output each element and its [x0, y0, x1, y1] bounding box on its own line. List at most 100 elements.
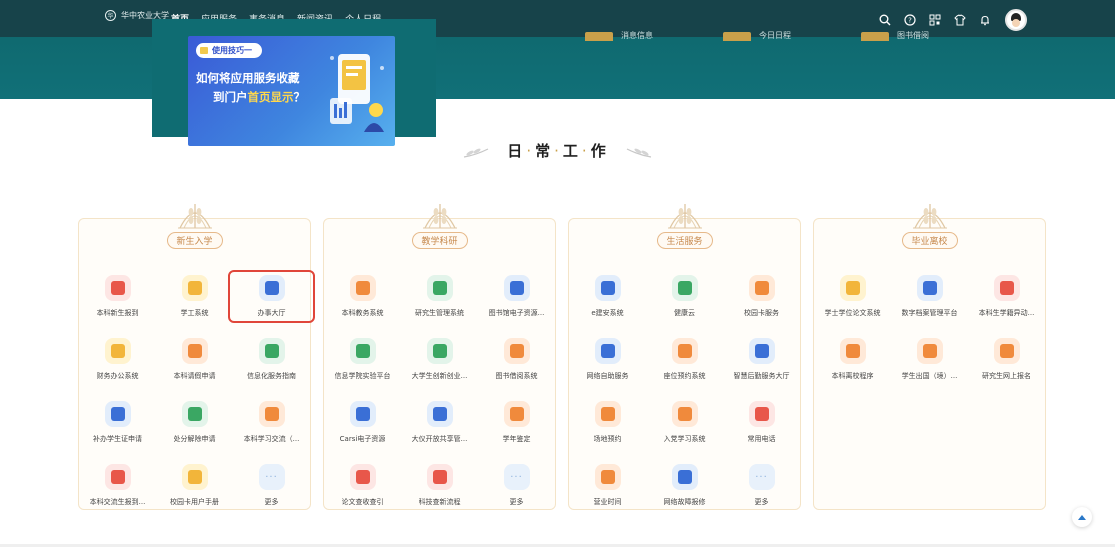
app-icon: [748, 275, 775, 301]
qrcode-icon[interactable]: [928, 14, 941, 27]
app-tile[interactable]: 座位预约系统: [646, 338, 723, 381]
book-icon: [861, 32, 889, 41]
app-icon: [258, 338, 285, 364]
app-tile[interactable]: 学年鉴定: [478, 401, 555, 444]
app-label: 校园卡服务: [744, 309, 779, 317]
shirt-icon[interactable]: [953, 14, 966, 27]
banner-title-post: ？: [293, 90, 306, 104]
banner-title-line1: 如何将应用服务收藏: [196, 71, 300, 85]
wheat-right-icon: [626, 147, 651, 158]
emblem-icon: [912, 204, 947, 229]
app-label: 更多: [509, 498, 524, 506]
app-tile[interactable]: 图书借阅系统: [478, 338, 555, 381]
app-icon: [993, 275, 1020, 301]
app-icon: [671, 464, 698, 490]
app-tile[interactable]: 财务办公系统: [79, 338, 156, 381]
app-tile[interactable]: 营业时间: [569, 464, 646, 507]
app-tile[interactable]: 大学生创新创业...: [401, 338, 478, 381]
app-tile[interactable]: 论文查收查引: [324, 464, 401, 507]
app-tile[interactable]: 场地预约: [569, 401, 646, 444]
app-tile[interactable]: 本科新生报到: [79, 275, 156, 318]
app-label: 学士学位论文系统: [824, 309, 881, 317]
banner-title: 如何将应用服务收藏 到门户首页显示？: [196, 69, 305, 107]
app-icon: [181, 464, 208, 490]
app-tile[interactable]: 本科请假申请: [156, 338, 233, 381]
bell-icon[interactable]: [978, 14, 991, 27]
app-tile[interactable]: 研究生网上报名: [968, 338, 1045, 381]
app-icon: [993, 338, 1020, 364]
app-tile[interactable]: 研究生管理系统: [401, 275, 478, 318]
help-icon[interactable]: ?: [903, 14, 916, 27]
app-tile[interactable]: 补办学生证申请: [79, 401, 156, 444]
app-label: 智慧后勤服务大厅: [733, 372, 790, 380]
app-label: 座位预约系统: [663, 372, 706, 380]
app-tile[interactable]: 校园卡服务: [723, 275, 800, 318]
search-icon[interactable]: [878, 14, 891, 27]
quick-link-library-borrow[interactable]: 图书借阅: [861, 30, 929, 41]
app-label: 研究生网上报名: [982, 372, 1031, 380]
app-tile[interactable]: e建安系统: [569, 275, 646, 318]
app-label: 健康云: [674, 309, 695, 317]
app-label: 更多: [264, 498, 279, 506]
app-tile[interactable]: 网络故障报修: [646, 464, 723, 507]
quick-link-today-schedule[interactable]: 今日日程: [723, 30, 791, 41]
app-tile[interactable]: 校园卡用户手册: [156, 464, 233, 507]
tips-banner-card: 使用技巧一 如何将应用服务收藏 到门户首页显示？: [188, 36, 395, 146]
app-icon: [181, 338, 208, 364]
app-icon: [349, 464, 376, 490]
app-tile[interactable]: 办事大厅: [228, 270, 315, 323]
quick-link-label: 消息信息: [621, 31, 653, 40]
app-icon: [426, 401, 453, 427]
app-label: 数字档案管理平台: [901, 309, 958, 317]
back-to-top-button[interactable]: [1072, 507, 1092, 527]
app-tile[interactable]: 数字档案管理平台: [891, 275, 968, 318]
app-label: 学年鉴定: [502, 435, 531, 443]
app-tile[interactable]: 常用电话: [723, 401, 800, 444]
app-tile[interactable]: Carsi电子资源: [324, 401, 401, 444]
app-tile[interactable]: 学工系统: [156, 275, 233, 318]
app-label: 补办学生证申请: [93, 435, 142, 443]
app-icon: [671, 401, 698, 427]
app-label: 大学生创新创业...: [411, 372, 468, 380]
app-label: 学生出国（境）...: [901, 372, 958, 380]
quick-link-messages[interactable]: 消息信息: [585, 30, 653, 41]
app-tile[interactable]: 信息学院实验平台: [324, 338, 401, 381]
app-tile[interactable]: 健康云: [646, 275, 723, 318]
app-label: 网络自助服务: [586, 372, 629, 380]
app-label: 大仪开放共享管...: [411, 435, 468, 443]
card-tag: 教学科研: [411, 232, 468, 249]
quick-links: 消息信息 今日日程 图书借阅: [585, 30, 929, 41]
app-tile[interactable]: 学士学位论文系统: [814, 275, 891, 318]
wheat-left-icon: [464, 147, 489, 158]
app-icon: [916, 275, 943, 301]
app-icon: [181, 275, 208, 301]
app-tile[interactable]: 处分解除申请: [156, 401, 233, 444]
app-tile[interactable]: 本科生学籍异动...: [968, 275, 1045, 318]
app-tile[interactable]: 科技查新流程: [401, 464, 478, 507]
app-label: 学工系统: [180, 309, 209, 317]
app-tile[interactable]: 图书馆电子资源...: [478, 275, 555, 318]
app-tile[interactable]: 大仪开放共享管...: [401, 401, 478, 444]
user-avatar[interactable]: [1005, 9, 1027, 31]
app-icon: [503, 275, 530, 301]
app-icon: [503, 401, 530, 427]
app-tile[interactable]: 信息化服务指南: [233, 338, 310, 381]
app-label: 本科离校程序: [831, 372, 874, 380]
app-tile[interactable]: 智慧后勤服务大厅: [723, 338, 800, 381]
app-tile[interactable]: 学生出国（境）...: [891, 338, 968, 381]
app-tile[interactable]: 网络自助服务: [569, 338, 646, 381]
app-label: 办事大厅: [257, 309, 286, 317]
card-freshman-enrollment: 新生入学 本科新生报到 学工系统 办事大厅 财务办公系统 本科请假申请 信息化服务指南 补办学…: [78, 204, 315, 510]
app-label: 场地预约: [593, 435, 622, 443]
emblem-icon: [177, 204, 212, 229]
app-label: 处分解除申请: [173, 435, 216, 443]
more-apps-button[interactable]: ··· 更多: [723, 464, 800, 507]
more-apps-button[interactable]: ··· 更多: [478, 464, 555, 507]
app-tile[interactable]: 入党学习系统: [646, 401, 723, 444]
more-apps-button[interactable]: ··· 更多: [233, 464, 310, 507]
app-tile[interactable]: 本科交流生报到...: [79, 464, 156, 507]
app-tile[interactable]: 本科学习交流（...: [233, 401, 310, 444]
app-tile[interactable]: 本科教务系统: [324, 275, 401, 318]
tips-banner[interactable]: 使用技巧一 如何将应用服务收藏 到门户首页显示？: [152, 19, 436, 146]
app-tile[interactable]: 本科离校程序: [814, 338, 891, 381]
